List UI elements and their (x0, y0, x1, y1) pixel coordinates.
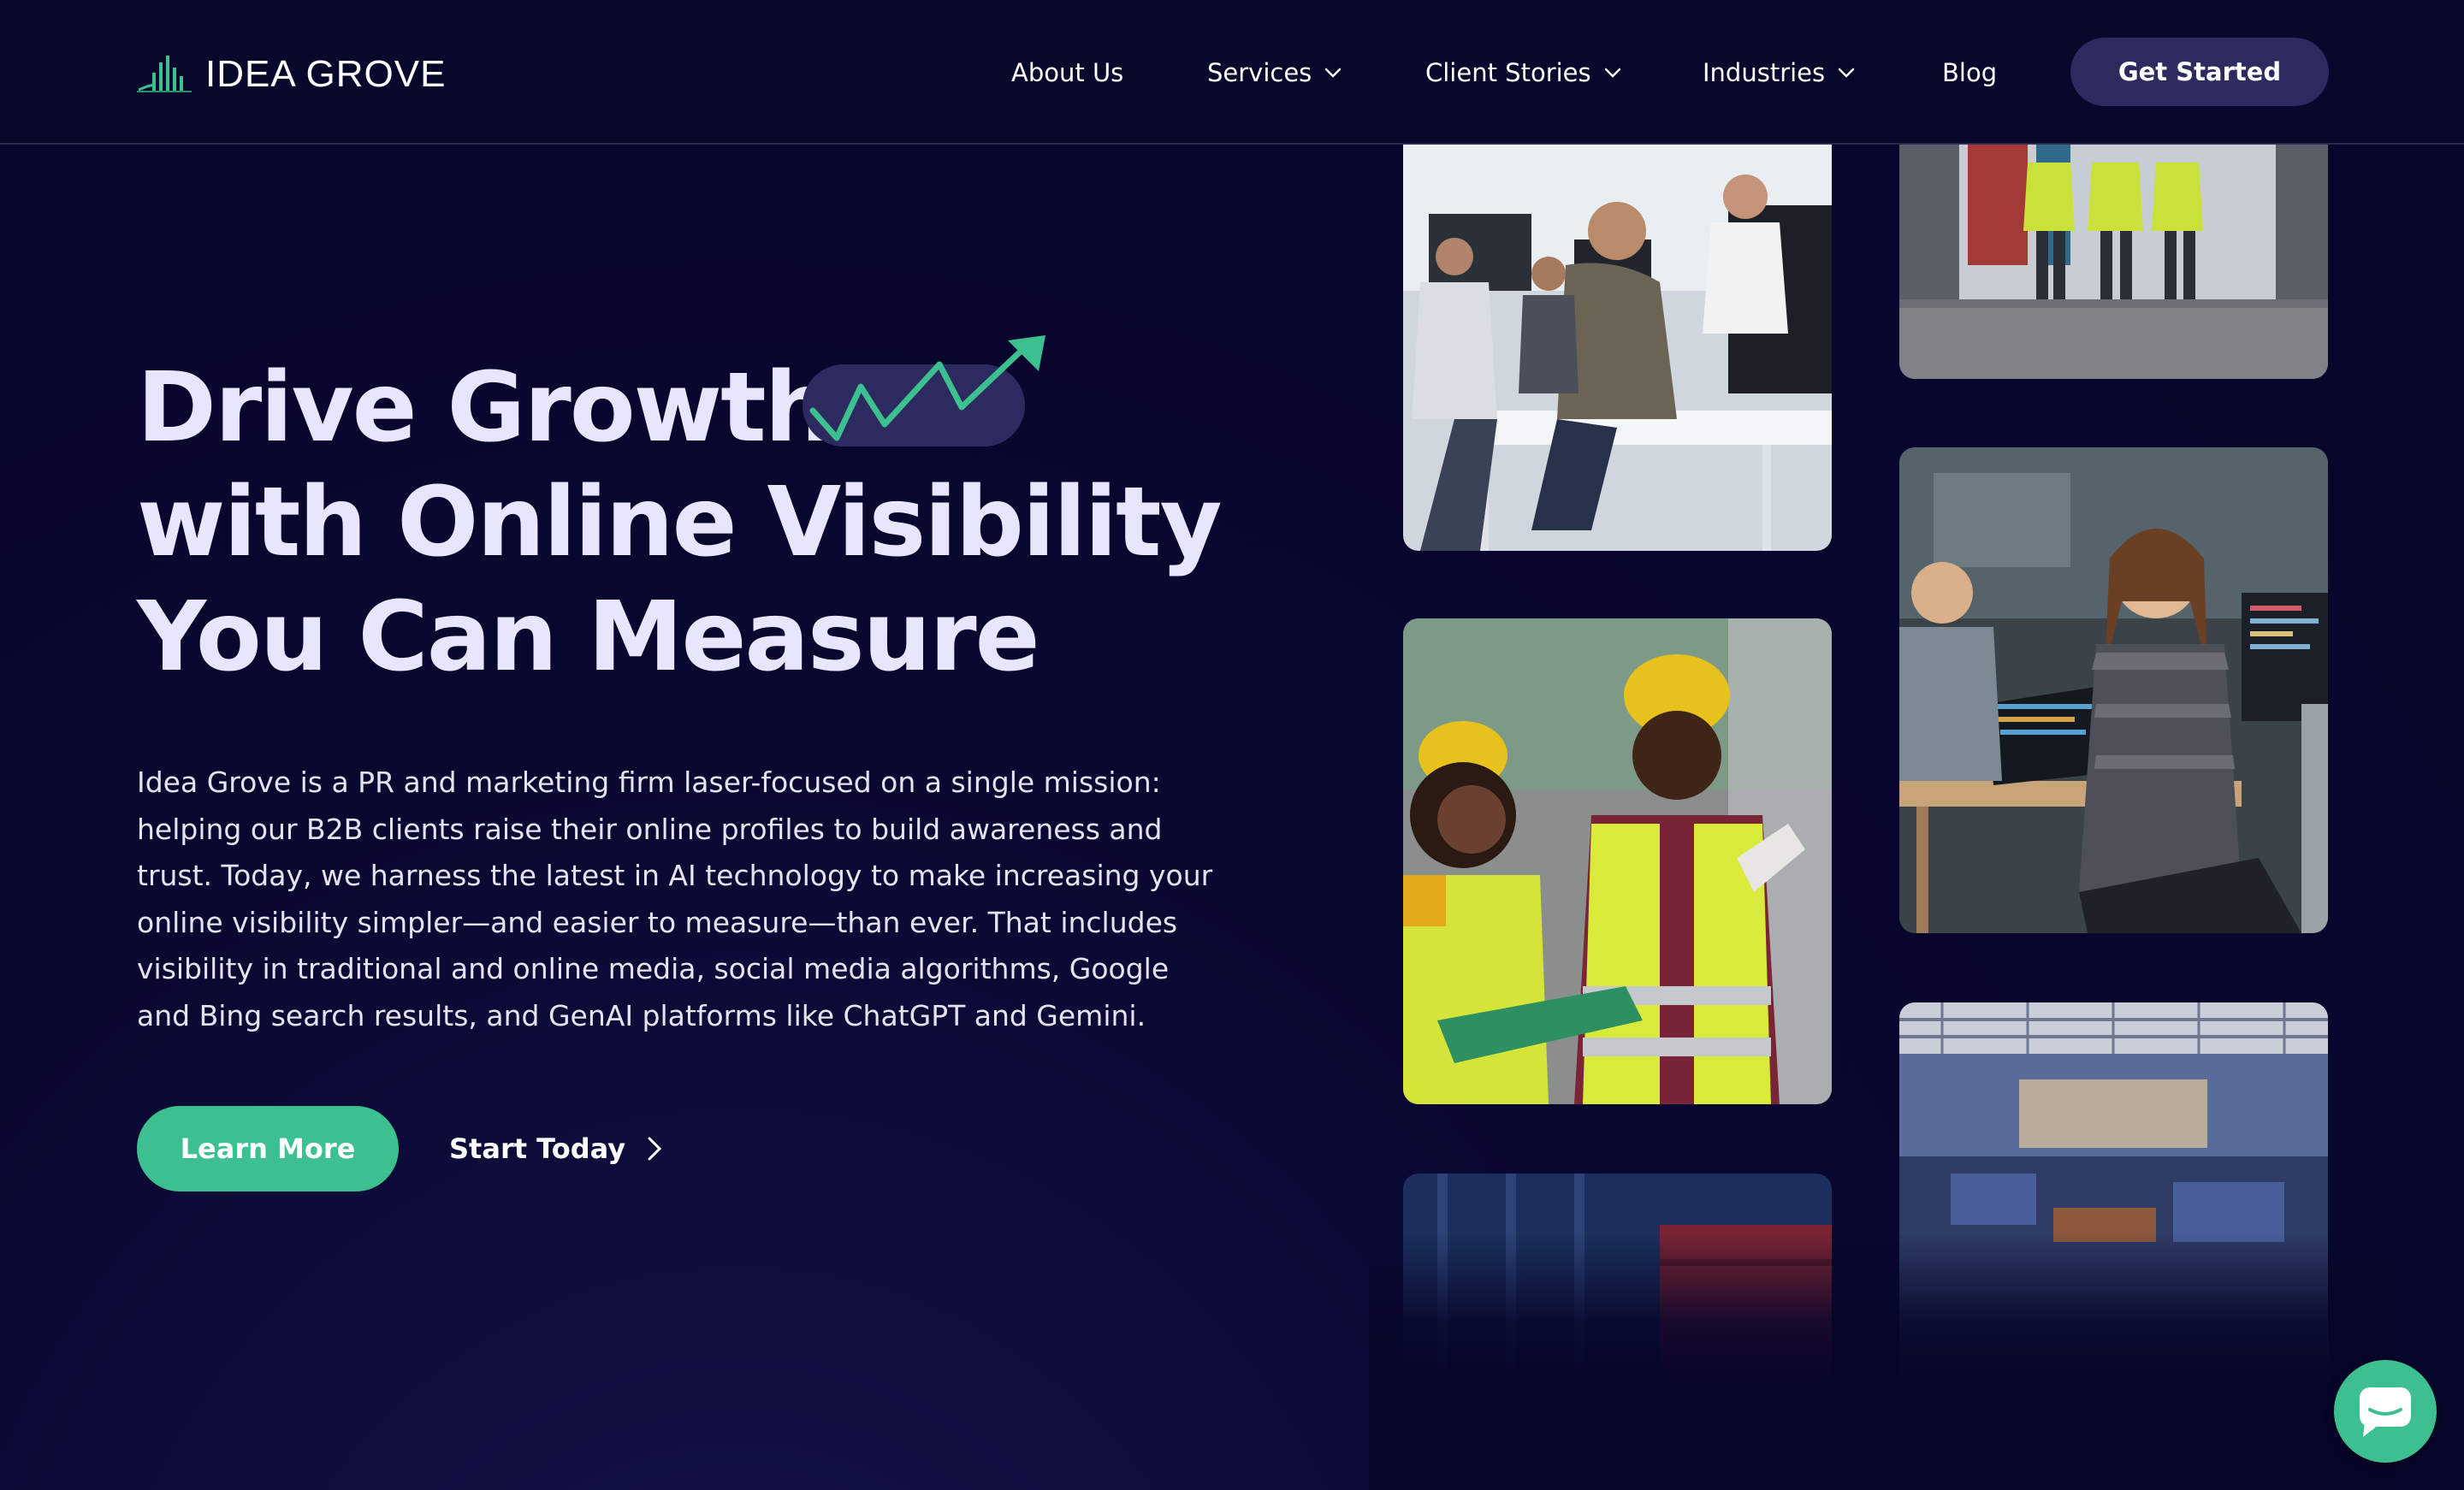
developer-woman-photo (1899, 447, 2328, 933)
get-started-button[interactable]: Get Started (2070, 38, 2329, 106)
office-team-photo (1403, 137, 1832, 551)
page: IDEA GROVE About Us Services Client Stor… (0, 0, 2464, 1490)
start-today-link[interactable]: Start Today (449, 1106, 663, 1191)
nav-item-services[interactable]: Services (1207, 51, 1342, 94)
start-today-label: Start Today (449, 1132, 626, 1165)
hero-description: Idea Grove is a PR and marketing firm la… (137, 766, 1213, 1032)
chevron-right-icon (648, 1137, 662, 1161)
learn-more-button[interactable]: Learn More (137, 1106, 399, 1191)
warehouse-workers-photo (1899, 137, 2328, 379)
factory-workers-photo (1403, 618, 1832, 1104)
hero-title-line-3: You Can Measure (137, 582, 1040, 693)
nav-item-label: Industries (1703, 58, 1826, 87)
chevron-down-icon (1838, 68, 1855, 78)
nav-item-label: Client Stories (1425, 58, 1591, 87)
hero-title-line-1: Drive Growth (137, 352, 832, 464)
image-fade-overlay (1369, 1232, 2396, 1490)
nav-item-client-stories[interactable]: Client Stories (1425, 51, 1622, 94)
nav-item-about-us[interactable]: About Us (1011, 51, 1123, 94)
site-header: IDEA GROVE About Us Services Client Stor… (0, 0, 2464, 145)
growth-arrow-icon (803, 335, 1045, 446)
nav-item-label: Services (1207, 58, 1312, 87)
chevron-down-icon (1325, 68, 1342, 78)
hero-title: Drive Growth with Online Visibility You … (137, 351, 1249, 695)
chat-widget-button[interactable] (2334, 1360, 2437, 1463)
nav-item-blog[interactable]: Blog (1942, 51, 1997, 94)
hero-title-line-2: with Online Visibility (137, 467, 1223, 578)
chat-icon (2360, 1387, 2411, 1437)
nav-item-industries[interactable]: Industries (1703, 51, 1856, 94)
nav-item-label: Blog (1942, 58, 1998, 87)
nav-item-label: About Us (1011, 58, 1124, 87)
chevron-down-icon (1604, 68, 1620, 78)
